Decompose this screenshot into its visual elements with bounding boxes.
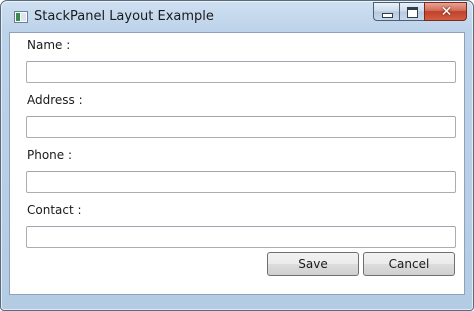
- close-button[interactable]: ✕: [424, 2, 467, 21]
- app-window-icon[interactable]: [14, 11, 28, 23]
- app-window: StackPanel Layout Example ✕ Name : Addre…: [0, 0, 474, 311]
- phone-field[interactable]: [26, 171, 456, 193]
- window-title: StackPanel Layout Example: [34, 9, 214, 24]
- save-button[interactable]: Save: [267, 252, 359, 276]
- minimize-icon: [382, 13, 393, 18]
- maximize-icon: [407, 7, 418, 18]
- contact-label: Contact :: [27, 203, 82, 217]
- caption-buttons: ✕: [373, 2, 467, 22]
- minimize-button[interactable]: [373, 2, 399, 21]
- contact-field[interactable]: [26, 226, 456, 248]
- stack-panel: Name : Address : Phone : Contact : Save …: [9, 32, 465, 295]
- close-icon: ✕: [440, 4, 453, 20]
- name-label: Name :: [27, 38, 71, 52]
- title-bar[interactable]: StackPanel Layout Example ✕: [1, 1, 473, 33]
- phone-label: Phone :: [27, 148, 73, 162]
- maximize-button[interactable]: [399, 2, 424, 21]
- address-label: Address :: [27, 93, 83, 107]
- name-field[interactable]: [26, 61, 456, 83]
- cancel-button[interactable]: Cancel: [363, 252, 455, 276]
- address-field[interactable]: [26, 116, 456, 138]
